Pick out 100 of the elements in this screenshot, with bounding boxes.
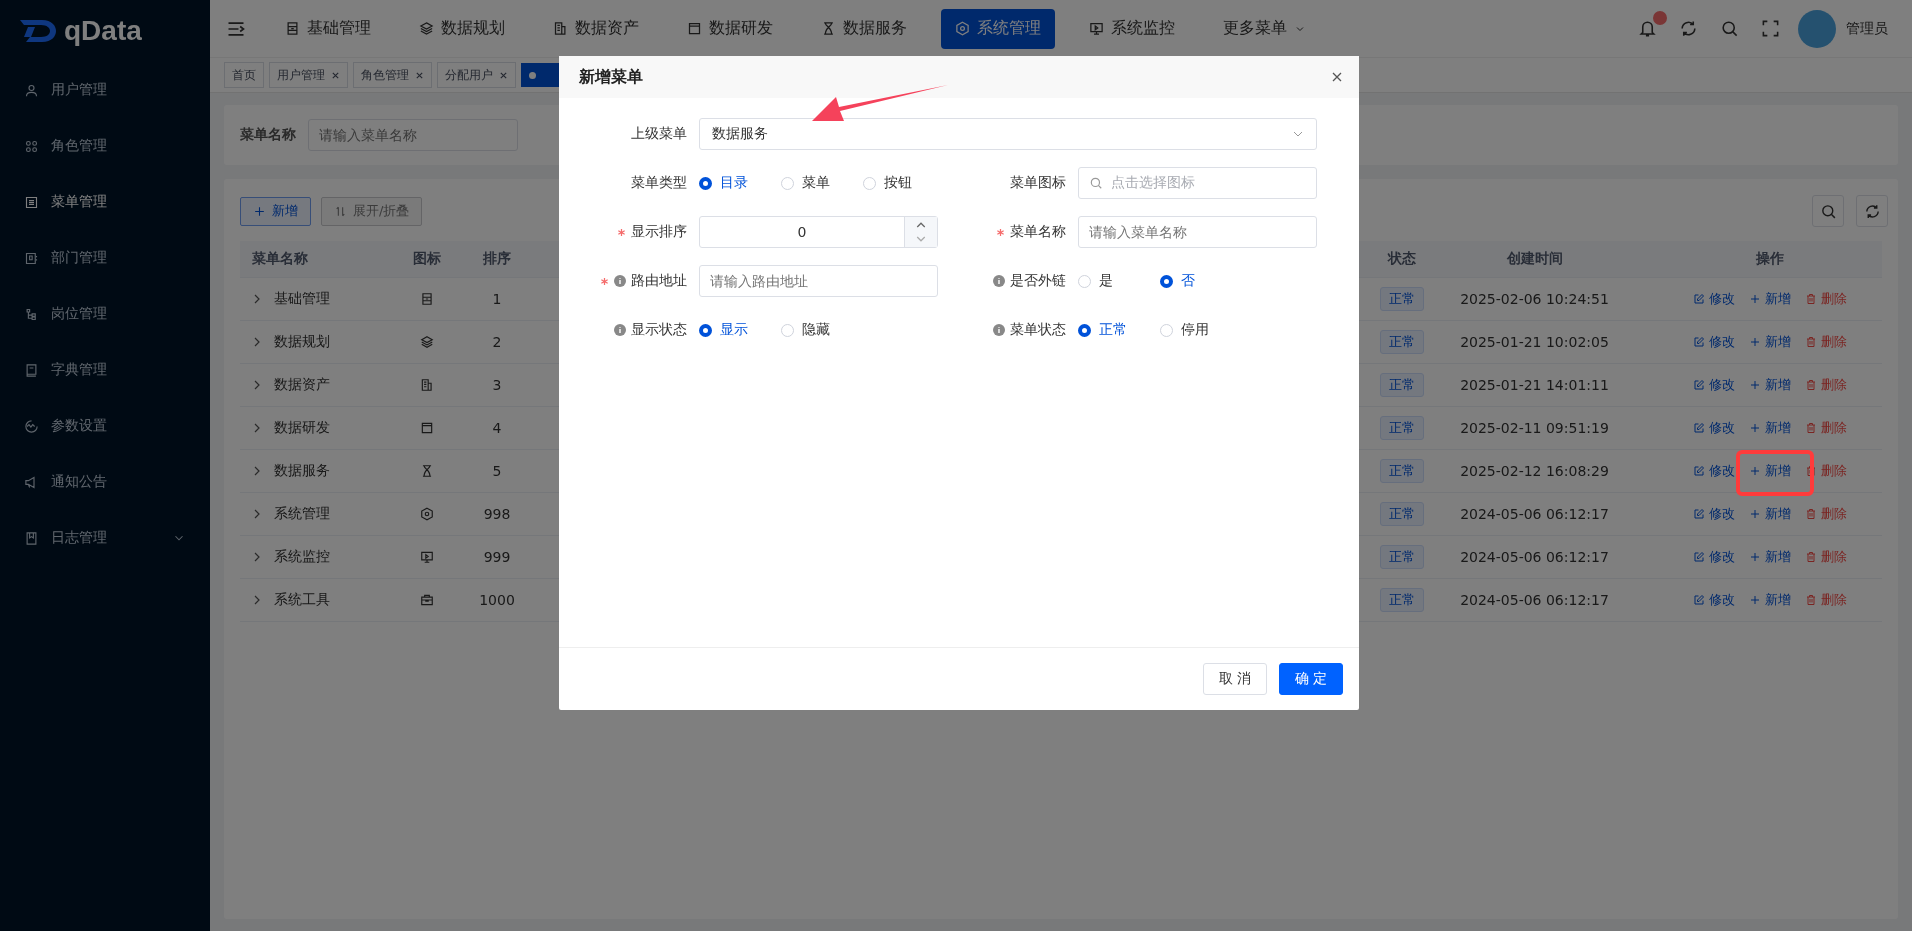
delete-link[interactable]: 删除 [1805, 419, 1847, 437]
expand-icon[interactable] [252, 337, 262, 347]
delete-link[interactable]: 删除 [1805, 290, 1847, 308]
expand-icon[interactable] [252, 552, 262, 562]
sidebar-item[interactable]: 角色管理 [0, 118, 210, 174]
delete-link[interactable]: 删除 [1805, 462, 1847, 480]
edit-link[interactable]: 修改 [1693, 548, 1735, 566]
table-cell-text: 2025-01-21 14:01:11 [1459, 377, 1610, 393]
add-link[interactable]: 新增 [1749, 376, 1791, 394]
bell-icon[interactable] [1638, 19, 1657, 38]
sidebar-item[interactable]: 通知公告 [0, 454, 210, 510]
radio-option[interactable]: 菜单 [781, 174, 863, 192]
edit-icon [1693, 508, 1705, 520]
page-tab[interactable]: 首页 [224, 62, 264, 88]
delete-link[interactable]: 删除 [1805, 376, 1847, 394]
table-cell: 系统工具 [274, 591, 330, 609]
window-icon [687, 21, 702, 36]
field-label: 菜单状态 [1010, 321, 1066, 339]
edit-link[interactable]: 修改 [1693, 376, 1735, 394]
nav-tab[interactable]: 系统监控 [1075, 8, 1189, 49]
delete-link[interactable]: 删除 [1805, 333, 1847, 351]
search-field[interactable]: 请输入菜单名称 [308, 119, 518, 151]
add-link[interactable]: 新增 [1749, 419, 1791, 437]
expand-icon[interactable] [252, 294, 262, 304]
edit-link[interactable]: 修改 [1693, 591, 1735, 609]
radio-option[interactable]: 否 [1160, 272, 1242, 290]
logo-text: qData [64, 15, 142, 47]
input-field[interactable]: 请输入路由地址 [699, 265, 938, 297]
radio-option[interactable]: 是 [1078, 272, 1160, 290]
parent-menu-select[interactable]: 数据服务 [699, 118, 1317, 150]
sidebar-item[interactable]: 部门管理 [0, 230, 210, 286]
expand-icon[interactable] [252, 466, 262, 476]
expand-icon[interactable] [252, 380, 262, 390]
fullscreen-icon[interactable] [1761, 19, 1780, 38]
sidebar-item[interactable]: 字典管理 [0, 342, 210, 398]
icon-picker-field[interactable]: 点击选择图标 [1078, 167, 1317, 199]
expand-icon[interactable] [252, 595, 262, 605]
table-cell-text: 2024-05-06 06:12:17 [1459, 549, 1610, 565]
sidebar-item[interactable]: 岗位管理 [0, 286, 210, 342]
user-name[interactable]: 管理员 [1846, 19, 1888, 38]
table-cell: 数据服务 [274, 462, 330, 480]
close-icon[interactable] [415, 70, 424, 80]
edit-link[interactable]: 修改 [1693, 505, 1735, 523]
page-tab[interactable]: 角色管理 [353, 62, 432, 88]
form-icon [285, 21, 300, 36]
nav-tab[interactable]: 数据服务 [807, 8, 921, 49]
nav-tab[interactable]: 更多菜单 [1209, 8, 1320, 49]
gauge-icon [24, 418, 39, 434]
radio-option[interactable]: 停用 [1160, 321, 1242, 339]
cancel-button[interactable]: 取 消 [1203, 663, 1267, 695]
radio-option[interactable]: 隐藏 [781, 321, 863, 339]
radio-option[interactable]: 正常 [1078, 321, 1160, 339]
close-icon[interactable] [1331, 71, 1343, 83]
search-button[interactable] [1812, 195, 1844, 227]
close-icon[interactable] [331, 70, 340, 80]
nav-tab[interactable]: 系统管理 [941, 8, 1055, 49]
plus-icon [253, 204, 266, 218]
refresh-button[interactable] [1856, 195, 1888, 227]
edit-link[interactable]: 修改 [1693, 333, 1735, 351]
sidebar-item[interactable]: 日志管理 [0, 510, 210, 566]
add-link[interactable]: 新增 [1749, 591, 1791, 609]
expand-collapse-button[interactable]: 展开/折叠 [321, 196, 423, 226]
edit-link[interactable]: 修改 [1693, 290, 1735, 308]
add-link[interactable]: 新增 [1749, 290, 1791, 308]
sidebar-item[interactable]: 用户管理 [0, 62, 210, 118]
avatar[interactable] [1798, 9, 1836, 48]
add-link[interactable]: 新增 [1749, 333, 1791, 351]
expand-icon[interactable] [252, 509, 262, 519]
edit-link[interactable]: 修改 [1693, 419, 1735, 437]
close-icon[interactable] [499, 70, 508, 80]
search-icon[interactable] [1720, 19, 1739, 38]
table-cell-text: 2025-02-12 16:08:29 [1459, 463, 1610, 479]
edit-link[interactable]: 修改 [1693, 462, 1735, 480]
confirm-button[interactable]: 确 定 [1279, 663, 1343, 695]
expand-icon[interactable] [252, 423, 262, 433]
nav-tab[interactable]: 数据资产 [539, 8, 653, 49]
nav-tab[interactable]: 数据研发 [673, 8, 787, 49]
add-link[interactable]: 新增 [1749, 548, 1791, 566]
nav-tab[interactable]: 基础管理 [271, 8, 385, 49]
delete-link[interactable]: 删除 [1805, 548, 1847, 566]
sidebar-item[interactable]: 菜单管理 [0, 174, 210, 230]
table-cell-text: 2025-01-21 10:02:05 [1459, 334, 1610, 350]
edit-icon [1693, 551, 1705, 563]
radio-option[interactable]: 目录 [699, 174, 781, 192]
page-tab[interactable] [521, 63, 561, 87]
refresh-icon[interactable] [1679, 19, 1698, 38]
add-button[interactable]: 新增 [240, 196, 311, 226]
add-link[interactable]: 新增 [1749, 505, 1791, 523]
field-label: 菜单图标 [1010, 174, 1066, 192]
sidebar-item[interactable]: 参数设置 [0, 398, 210, 454]
number-field[interactable]: 0 [699, 216, 938, 248]
page-tab[interactable]: 分配用户 [437, 62, 516, 88]
input-field[interactable]: 请输入菜单名称 [1078, 216, 1317, 248]
radio-option[interactable]: 按钮 [863, 174, 945, 192]
trash-icon [1805, 379, 1817, 391]
radio-option[interactable]: 显示 [699, 321, 781, 339]
page-tab[interactable]: 用户管理 [269, 62, 348, 88]
delete-link[interactable]: 删除 [1805, 505, 1847, 523]
delete-link[interactable]: 删除 [1805, 591, 1847, 609]
nav-tab[interactable]: 数据规划 [405, 8, 519, 49]
